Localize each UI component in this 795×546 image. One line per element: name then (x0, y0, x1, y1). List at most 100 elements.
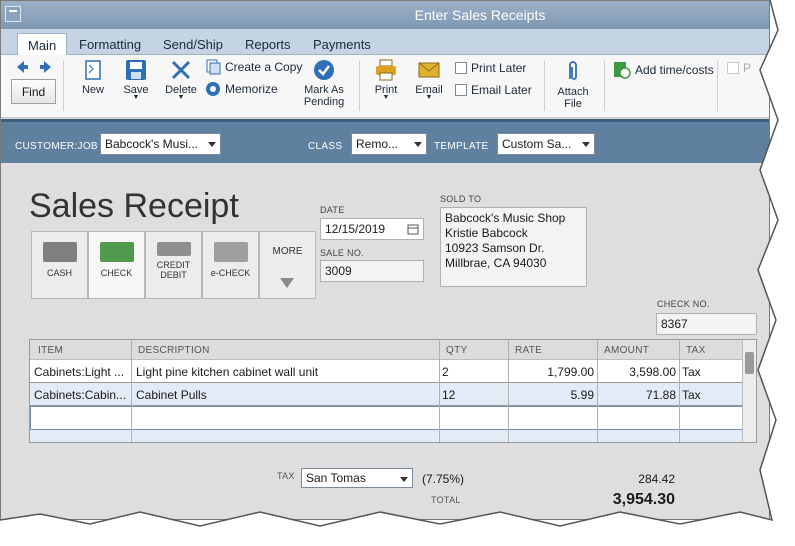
save-button[interactable]: Save ▼ (119, 59, 153, 101)
table-row[interactable]: Cabinets:Light ... Light pine kitchen ca… (30, 360, 756, 383)
tax-label: TAX (277, 471, 295, 481)
checkbox[interactable] (455, 84, 467, 96)
new-button[interactable]: New (77, 59, 109, 96)
cut-off-option[interactable]: P (727, 61, 751, 75)
tab-payments[interactable]: Payments (303, 33, 381, 55)
create-copy-button[interactable]: Create a Copy (205, 59, 302, 75)
column-header-item: ITEM (38, 345, 64, 356)
title-bar: Enter Sales Receipts (1, 1, 769, 29)
class-dropdown[interactable]: Remo... (351, 133, 427, 155)
checkbox[interactable] (727, 62, 739, 74)
divider (63, 61, 64, 111)
echeck-payment-button[interactable]: e-CHECK (202, 231, 259, 299)
cash-icon (42, 242, 77, 262)
checkbox[interactable] (455, 62, 467, 74)
sale-no-label: SALE NO. (320, 248, 364, 258)
page-title: Sales Receipt (29, 187, 239, 225)
tab-reports[interactable]: Reports (235, 33, 301, 55)
delete-x-icon (171, 60, 191, 80)
calendar-icon[interactable] (407, 223, 419, 235)
sales-receipt-window: Enter Sales Receipts Main Formatting Sen… (0, 0, 770, 520)
sales-receipt-form: Sales Receipt DATE 12/15/2019 SALE NO. 3… (1, 163, 769, 519)
delete-button[interactable]: Delete ▼ (161, 59, 201, 101)
column-header-tax: TAX (686, 345, 706, 356)
print-button[interactable]: Print ▼ (369, 59, 403, 101)
scrollbar-thumb[interactable] (745, 352, 754, 374)
chevron-down-icon (280, 278, 294, 288)
amount-cell[interactable]: 71.88 (600, 388, 676, 402)
check-badge-icon (314, 60, 334, 80)
description-cell[interactable]: Light pine kitchen cabinet wall unit (136, 365, 318, 379)
table-header: ITEM DESCRIPTION QTY RATE AMOUNT TAX (30, 340, 756, 360)
chevron-down-icon (400, 477, 408, 482)
prev-next-icon[interactable] (15, 60, 53, 74)
header-bar: CUSTOMER:JOB Babcock's Musi... CLASS Rem… (1, 119, 769, 163)
table-row-empty[interactable] (30, 430, 756, 442)
divider (544, 61, 545, 111)
tax-cell[interactable]: Tax (682, 365, 701, 379)
qty-cell[interactable]: 12 (442, 388, 455, 402)
add-time-costs-button[interactable]: Add time/costs (613, 61, 714, 79)
floppy-disk-icon (126, 60, 146, 80)
chevron-down-icon (208, 142, 216, 147)
divider (717, 61, 718, 111)
print-later-checkbox[interactable]: Print Later (455, 61, 526, 75)
tab-send-ship[interactable]: Send/Ship (153, 33, 233, 55)
memorize-button[interactable]: Memorize (205, 81, 278, 97)
description-cell[interactable]: Cabinet Pulls (136, 388, 207, 402)
check-no-label: CHECK NO. (657, 299, 710, 309)
template-label: TEMPLATE (434, 141, 489, 152)
table-row[interactable]: Cabinets:Cabin... Cabinet Pulls 12 5.99 … (30, 383, 756, 406)
tax-rate: (7.75%) (422, 472, 465, 486)
chevron-down-icon (582, 142, 590, 147)
more-payment-methods-button[interactable]: MORE (259, 231, 316, 299)
copy-icon (206, 59, 221, 75)
find-button[interactable]: Find (11, 79, 56, 104)
divider (604, 61, 605, 111)
date-field[interactable]: 12/15/2019 (320, 218, 424, 240)
date-label: DATE (320, 205, 345, 215)
tax-item-dropdown[interactable]: San Tomas (301, 468, 413, 488)
table-row-empty[interactable] (30, 406, 756, 430)
tax-cell[interactable]: Tax (682, 388, 701, 402)
ribbon-toolbar: Find New Save ▼ Delete ▼ Create a Copy M… (1, 55, 769, 118)
column-divider (131, 340, 132, 442)
qty-cell[interactable]: 2 (442, 365, 449, 379)
sold-to-address[interactable]: Babcock's Music Shop Kristie Babcock 109… (440, 207, 587, 287)
class-label: CLASS (308, 141, 343, 152)
check-no-field[interactable]: 8367 (656, 313, 757, 335)
customer-job-label: CUSTOMER:JOB (15, 141, 98, 152)
table-scrollbar[interactable] (742, 340, 756, 442)
customer-job-dropdown[interactable]: Babcock's Musi... (100, 133, 221, 155)
printer-icon (376, 59, 396, 81)
email-button[interactable]: Email ▼ (411, 59, 447, 101)
tab-main[interactable]: Main (17, 33, 68, 55)
envelope-icon (418, 62, 440, 78)
chevron-down-icon (414, 142, 422, 147)
template-dropdown[interactable]: Custom Sa... (497, 133, 595, 155)
column-header-description: DESCRIPTION (138, 345, 210, 356)
amount-cell[interactable]: 3,598.00 (600, 365, 676, 379)
email-later-checkbox[interactable]: Email Later (455, 83, 532, 97)
item-cell[interactable]: Cabinets:Cabin... (34, 388, 130, 402)
ribbon-tabs: Main Formatting Send/Ship Reports Paymen… (1, 29, 769, 55)
tab-formatting[interactable]: Formatting (69, 33, 151, 55)
column-divider (508, 340, 509, 442)
rate-cell[interactable]: 1,799.00 (510, 365, 594, 379)
column-divider (439, 340, 440, 442)
column-divider (597, 340, 598, 442)
rate-cell[interactable]: 5.99 (510, 388, 594, 402)
cash-payment-button[interactable]: CASH (31, 231, 88, 299)
credit-debit-payment-button[interactable]: CREDIT DEBIT (145, 231, 202, 299)
paperclip-icon (569, 61, 577, 80)
mark-as-pending-button[interactable]: Mark As Pending (301, 59, 347, 108)
new-document-icon (85, 60, 101, 80)
attach-file-button[interactable]: Attach File (553, 59, 593, 110)
check-icon (99, 242, 134, 262)
sale-no-field[interactable]: 3009 (320, 260, 424, 282)
credit-card-icon (156, 242, 191, 256)
check-payment-button[interactable]: CHECK (88, 231, 145, 299)
total-label: TOTAL (431, 495, 461, 505)
item-cell[interactable]: Cabinets:Light ... (34, 365, 130, 379)
column-divider (679, 340, 680, 442)
